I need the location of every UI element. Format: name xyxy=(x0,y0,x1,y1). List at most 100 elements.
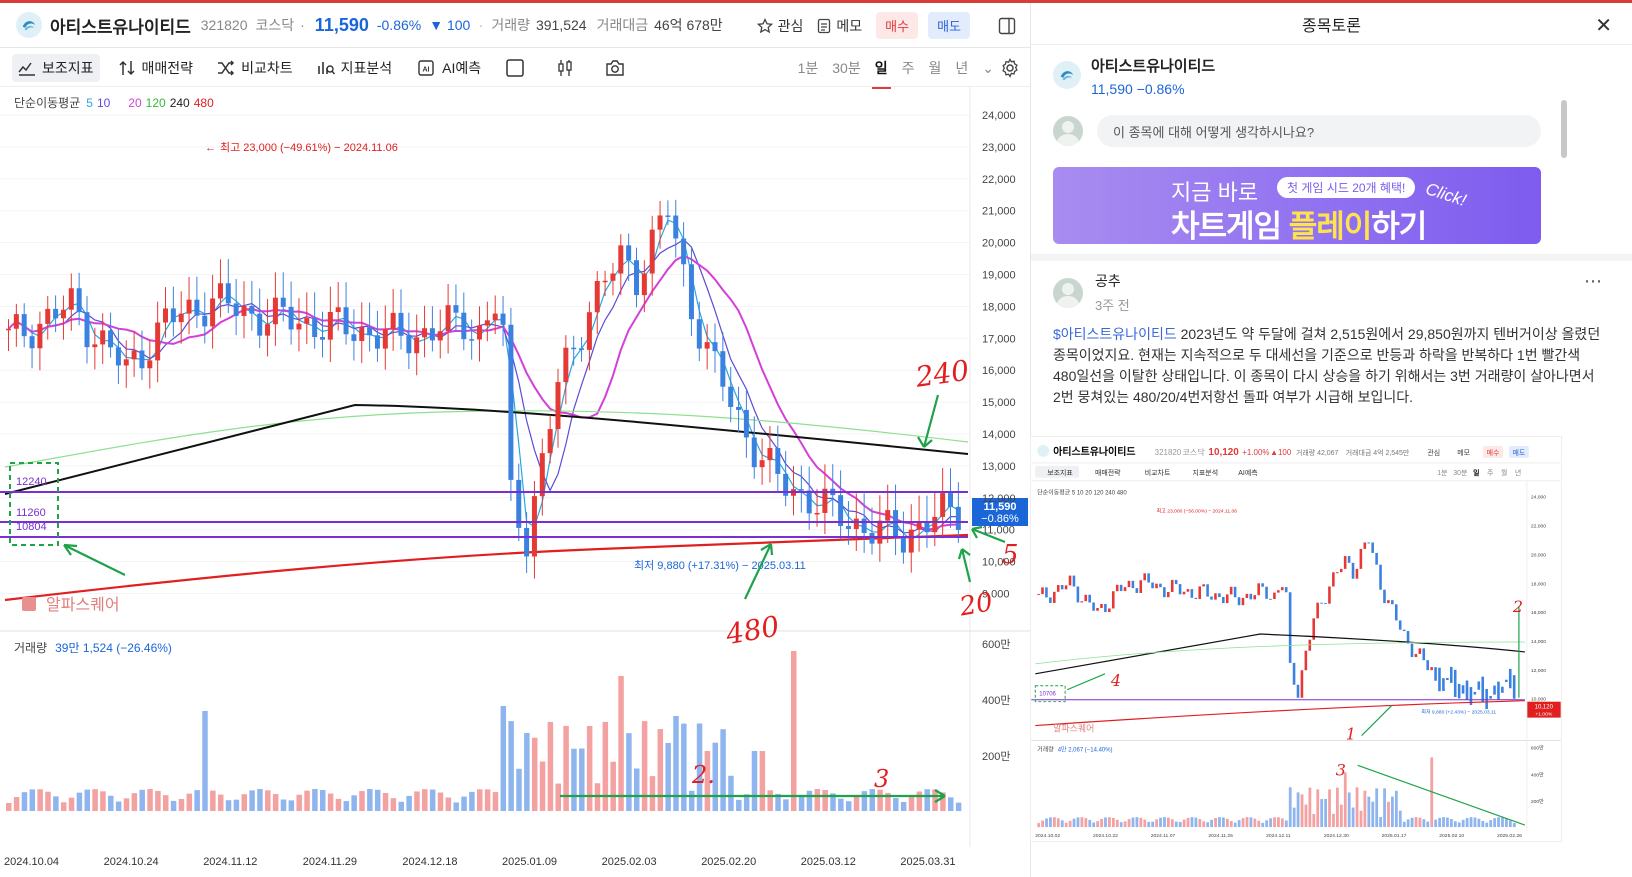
volume-bar xyxy=(634,768,640,811)
candle-body xyxy=(775,448,781,474)
buy-button[interactable]: 매수 xyxy=(876,12,919,39)
thumb-candle xyxy=(1037,594,1040,596)
layout-toggle-icon[interactable] xyxy=(998,17,1016,35)
thumb-candle xyxy=(1288,592,1292,663)
candle-body xyxy=(178,313,184,323)
period-30min[interactable]: 30분 xyxy=(832,58,860,78)
compare-button[interactable]: 비교차트 xyxy=(211,54,299,82)
thumb-candle xyxy=(1155,583,1158,589)
candle-body xyxy=(257,313,263,336)
candle-body xyxy=(579,348,585,350)
volume-bar xyxy=(838,798,844,811)
volume-bar xyxy=(304,790,310,811)
thumb-volume-bar xyxy=(1210,819,1214,828)
thumb-candle xyxy=(1147,573,1150,583)
chart-area[interactable]: 12240 11260 10804 단순이동평균 5 10 20 120 240 480 ←… xyxy=(0,87,1030,847)
candle-body xyxy=(948,493,953,507)
thumb-candle xyxy=(1261,583,1264,587)
thumb-volume-bar xyxy=(1501,817,1504,828)
svg-text:1: 1 xyxy=(1346,725,1356,744)
chevron-down-icon[interactable]: ⌄ xyxy=(982,60,994,77)
candle-body xyxy=(437,331,443,341)
thumb-volume-bar xyxy=(1442,817,1445,828)
close-icon[interactable]: ✕ xyxy=(1595,13,1612,38)
sort-arrows-icon xyxy=(119,60,135,75)
volume-bar xyxy=(555,783,561,811)
period-month[interactable]: 월 xyxy=(928,58,941,78)
comment-input[interactable]: 이 종목에 대해 어떻게 생각하시나요? xyxy=(1097,115,1541,147)
post-ticker-link[interactable]: $아티스트유나이티드 xyxy=(1053,326,1177,342)
date-axis-label: 2024.10.24 xyxy=(104,856,159,868)
ai-predict-button[interactable]: AI AI예측 xyxy=(410,54,487,82)
thumb-candle xyxy=(1194,597,1198,600)
thumb-volume-bar xyxy=(1229,821,1233,828)
candle-body xyxy=(586,312,592,350)
banner-line2: 차트게임 플레이하기 xyxy=(1171,209,1427,244)
period-1min[interactable]: 1분 xyxy=(798,58,819,78)
gear-icon[interactable] xyxy=(1000,58,1020,81)
volume-bar xyxy=(916,791,923,811)
scrollbar[interactable] xyxy=(1561,100,1567,158)
watch-button[interactable]: 관심 xyxy=(756,16,803,36)
thumb-candle xyxy=(1068,575,1072,586)
thumb-volume-legend: 거래량 4만 2,067 (−14.40%) xyxy=(1037,745,1112,753)
period-year[interactable]: 년 xyxy=(955,58,968,78)
thumb-volume-bar xyxy=(1493,818,1497,828)
period-week[interactable]: 주 xyxy=(902,58,915,78)
candle-body xyxy=(704,342,710,349)
indicator-icon xyxy=(18,62,35,76)
thumb-candle xyxy=(1088,594,1091,603)
thumb-price-axis-label: 18,000 xyxy=(1531,581,1546,587)
thumb-volume-bar xyxy=(1367,796,1371,828)
candle-body xyxy=(814,512,820,515)
thumb-candle xyxy=(1257,583,1260,596)
more-options-icon[interactable]: ⋯ xyxy=(1584,271,1602,292)
candle-body xyxy=(374,335,380,349)
thumb-volume-bar xyxy=(1182,819,1186,828)
sell-button[interactable]: 매도 xyxy=(928,12,970,39)
volume-bar xyxy=(806,790,813,811)
thumb-period-1: 1분 xyxy=(1437,469,1448,477)
thumb-date-label: 2024.11.25 xyxy=(1208,833,1233,839)
thumb-amount: 거래대금 4억 2,545만 xyxy=(1346,448,1410,457)
thumb-candle xyxy=(1072,575,1076,587)
volume-bar xyxy=(649,776,656,811)
candle-body xyxy=(60,309,66,319)
thumb-volume-bar xyxy=(1438,817,1441,828)
indicator-button[interactable]: 보조지표 xyxy=(12,53,100,82)
period-day[interactable]: 일 xyxy=(871,58,891,89)
memo-button[interactable]: 메모 xyxy=(817,16,862,36)
candle-body xyxy=(398,312,404,336)
square-tool-icon[interactable] xyxy=(499,54,537,82)
analysis-button[interactable]: 지표분석 xyxy=(311,54,399,82)
thumb-candle xyxy=(1336,572,1339,574)
thumb-candle xyxy=(1198,586,1202,600)
candle-body xyxy=(92,344,98,348)
thumb-price-axis-label: 10,000 xyxy=(1531,697,1546,703)
watermark: 알파스퀘어 xyxy=(46,596,120,614)
thumb-volume-bar xyxy=(1453,821,1457,828)
thumb-volume-bar xyxy=(1505,818,1508,828)
thumb-candle xyxy=(1182,591,1186,595)
thumb-volume-bar xyxy=(1410,817,1414,828)
thumb-candle xyxy=(1225,594,1229,604)
post-author[interactable]: 공추 xyxy=(1095,271,1130,291)
price-axis-label: 20,000 xyxy=(982,238,1016,250)
volume-bar xyxy=(382,793,389,811)
camera-icon[interactable] xyxy=(599,55,637,81)
volume-bar xyxy=(76,792,83,811)
volume-bar xyxy=(257,789,263,811)
thumb-date-label: 2025.02.26 xyxy=(1497,833,1522,839)
strategy-button[interactable]: 매매전략 xyxy=(112,54,200,82)
volume-bar xyxy=(186,793,193,811)
chart-game-banner[interactable]: 지금 바로 첫 게임 시드 20개 혜택! 차트게임 플레이하기 Click! xyxy=(1053,167,1541,244)
candle-type-icon[interactable] xyxy=(549,54,587,82)
post-image[interactable]: 아티스트유나이티드 321820 코스닥 10,120 +1.00% ▲100 … xyxy=(1030,436,1562,842)
thumb-volume-bar xyxy=(1359,810,1363,828)
price-chart[interactable]: 12240 11260 10804 단순이동평균 5 10 20 120 240 480 ←… xyxy=(0,87,1030,847)
volume-bar xyxy=(594,783,601,811)
volume-bar xyxy=(84,789,90,811)
volume-bar xyxy=(241,794,247,811)
panel-stock-info[interactable]: 아티스트유나이티드 11,590 −0.86% xyxy=(1031,45,1632,105)
thumb-candle xyxy=(1465,680,1469,701)
